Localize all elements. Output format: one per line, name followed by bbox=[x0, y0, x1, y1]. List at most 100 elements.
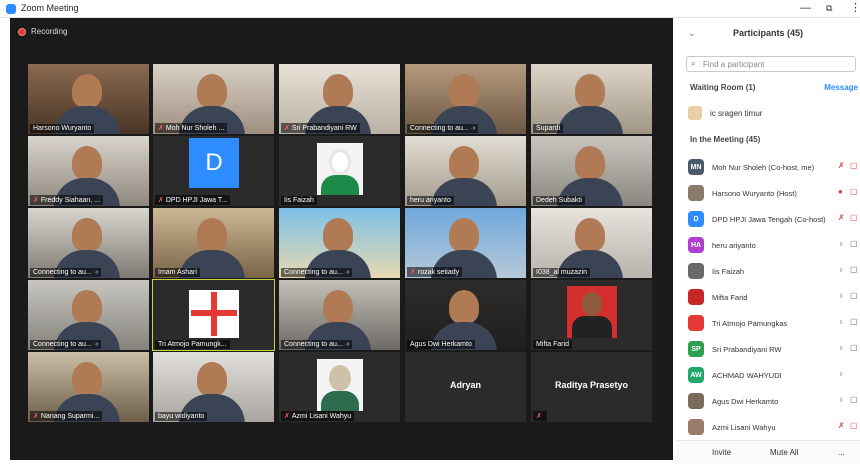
participant-name: Moh Nur Sholeh (Co-host, me) bbox=[712, 162, 815, 172]
mute-all-button[interactable]: Mute All bbox=[764, 446, 804, 460]
tile-name-label: ✗ Nanang Suparmi... bbox=[30, 411, 103, 421]
participant-figure bbox=[575, 218, 605, 252]
video-tile[interactable]: Connecting to au... ·› bbox=[279, 280, 400, 350]
muted-mic-icon: ✗ bbox=[158, 197, 164, 204]
participant-name: Sri Prabandiyani RW bbox=[712, 344, 782, 354]
mic-icon[interactable]: ♁ bbox=[838, 291, 844, 300]
participant-row[interactable]: Harsono Wuryanto (Host) ● ▢ bbox=[688, 184, 860, 202]
video-tile[interactable]: ✗ Nanang Suparmi... bbox=[28, 352, 149, 422]
camera-icon[interactable]: ▢ bbox=[850, 213, 858, 222]
video-tile[interactable]: Agus Dwi Herkamto bbox=[405, 280, 526, 350]
waiting-participant[interactable]: ic sragen timur bbox=[688, 106, 762, 120]
muted-mic-icon: ✗ bbox=[536, 413, 542, 420]
muted-mic-icon[interactable]: ✗ bbox=[838, 213, 845, 222]
participant-name: Nanang Suparmi... bbox=[40, 413, 100, 420]
tile-name-label: Supardi bbox=[533, 124, 564, 133]
camera-icon[interactable]: ▢ bbox=[850, 291, 858, 300]
participant-search-input[interactable] bbox=[703, 59, 848, 70]
avatar bbox=[688, 106, 702, 120]
avatar: MN bbox=[688, 159, 704, 175]
participant-name: DPD HPJI Jawa Tengah (Co-host) bbox=[712, 214, 826, 224]
participant-name: Dedeh Subakti bbox=[536, 197, 582, 204]
participant-name: Mifta Farid bbox=[712, 292, 748, 302]
muted-mic-icon: ✗ bbox=[284, 125, 290, 132]
more-options-icon[interactable]: ⋮ bbox=[850, 2, 860, 14]
video-tile[interactable]: bayu widiyanto bbox=[153, 352, 274, 422]
video-tile[interactable]: Supardi bbox=[531, 64, 652, 134]
participant-row[interactable]: SP Sri Prabandiyani RW ♁ ▢ bbox=[688, 340, 860, 358]
muted-mic-icon[interactable]: ● bbox=[838, 187, 843, 196]
participant-row[interactable]: HA heru ariyanto ♁ ▢ bbox=[688, 236, 860, 254]
video-tile[interactable]: Tri Atmojo Pamungk... bbox=[152, 279, 275, 351]
video-tile[interactable]: Raditya Prasetyo ✗ bbox=[531, 352, 652, 422]
video-tile[interactable]: Iis Faizah bbox=[279, 136, 400, 206]
video-tile[interactable]: ✗ Azmi Lisani Wahyu bbox=[279, 352, 400, 422]
video-tile[interactable]: I038_al muzazin bbox=[531, 208, 652, 278]
message-waiting-room-button[interactable]: Message bbox=[824, 83, 858, 92]
minimize-button[interactable]: — bbox=[800, 2, 811, 14]
participant-figure bbox=[582, 292, 602, 316]
camera-icon[interactable]: ▢ bbox=[850, 265, 858, 274]
invite-button[interactable]: Invite bbox=[706, 446, 737, 460]
tile-name-label: Connecting to au... ·› bbox=[30, 268, 102, 277]
video-tile[interactable]: Imam Ashari bbox=[153, 208, 274, 278]
muted-mic-icon[interactable]: ✗ bbox=[838, 421, 845, 430]
participant-name: Agus Dwi Herkamto bbox=[712, 396, 779, 406]
mic-icon[interactable]: ♁ bbox=[838, 317, 844, 326]
mic-icon[interactable]: ♁ bbox=[838, 395, 844, 404]
participant-name: Connecting to au... ·› bbox=[33, 269, 99, 276]
participant-row[interactable]: D DPD HPJI Jawa Tengah (Co-host) ✗ ▢ bbox=[688, 210, 860, 228]
camera-icon[interactable]: ▢ bbox=[850, 161, 858, 170]
participant-figure bbox=[72, 146, 102, 180]
more-button[interactable]: ... bbox=[832, 446, 851, 460]
mic-icon[interactable]: ♁ bbox=[838, 265, 844, 274]
participant-row[interactable]: Iis Faizah ♁ ▢ bbox=[688, 262, 860, 280]
waiting-room-header[interactable]: Waiting Room (1) bbox=[690, 83, 755, 92]
camera-icon[interactable]: ▢ bbox=[850, 187, 858, 196]
video-tile[interactable]: ✗ rozak setiady bbox=[405, 208, 526, 278]
video-tile[interactable]: Connecting to au... ·› bbox=[28, 208, 149, 278]
profile-photo bbox=[567, 286, 617, 338]
mic-icon[interactable]: ♁ bbox=[838, 343, 844, 352]
camera-icon[interactable]: ▢ bbox=[850, 395, 858, 404]
video-tile[interactable]: D ✗ DPD HPJI Jawa T... bbox=[153, 136, 274, 206]
participant-figure bbox=[197, 74, 227, 108]
participant-figure bbox=[323, 290, 353, 324]
camera-icon[interactable]: ▢ bbox=[850, 317, 858, 326]
participant-row[interactable]: MN Moh Nur Sholeh (Co-host, me) ✗ ▢ bbox=[688, 158, 860, 176]
video-tile[interactable]: ✗ Sri Prabandiyani RW bbox=[279, 64, 400, 134]
participant-row[interactable]: Agus Dwi Herkamto ♁ ▢ bbox=[688, 392, 860, 410]
video-tile[interactable]: Adryan bbox=[405, 352, 526, 422]
gallery-view: Recording Harsono Wuryanto ✗ Moh Nur Shole… bbox=[10, 18, 673, 460]
in-meeting-header[interactable]: In the Meeting (45) bbox=[690, 135, 760, 144]
camera-icon[interactable]: ▢ bbox=[850, 343, 858, 352]
participant-figure bbox=[72, 218, 102, 252]
tile-name-label: Connecting to au... ·› bbox=[407, 124, 479, 133]
tile-name-label: Harsono Wuryanto bbox=[30, 124, 95, 133]
camera-icon[interactable]: ▢ bbox=[850, 421, 858, 430]
video-tile[interactable]: heru ariyanto bbox=[405, 136, 526, 206]
video-tile[interactable]: ✗ Moh Nur Sholeh ... bbox=[153, 64, 274, 134]
participant-figure bbox=[72, 362, 102, 396]
video-tile[interactable]: Connecting to au... ·› bbox=[279, 208, 400, 278]
video-tile[interactable]: Connecting to au... ·› bbox=[28, 280, 149, 350]
video-tile[interactable]: Connecting to au... ·› bbox=[405, 64, 526, 134]
video-tile[interactable]: ✗ Freddy Siahaan, ... bbox=[28, 136, 149, 206]
muted-mic-icon[interactable]: ✗ bbox=[838, 161, 845, 170]
video-tile[interactable]: Dedeh Subakti bbox=[531, 136, 652, 206]
participant-row[interactable]: AW ACHMAD WAHYUDI ♁ bbox=[688, 366, 860, 384]
profile-logo bbox=[191, 310, 237, 316]
participant-row[interactable]: Mifta Farid ♁ ▢ bbox=[688, 288, 860, 306]
tile-name-label: Connecting to au... ·› bbox=[30, 340, 102, 349]
camera-icon[interactable]: ▢ bbox=[850, 239, 858, 248]
video-tile[interactable]: Harsono Wuryanto bbox=[28, 64, 149, 134]
mic-icon[interactable]: ♁ bbox=[838, 369, 844, 378]
participant-row[interactable]: Tri Atmojo Pamungkas ♁ ▢ bbox=[688, 314, 860, 332]
participant-row[interactable]: Azmi Lisani Wahyu ✗ ▢ bbox=[688, 418, 860, 436]
participant-search[interactable]: ⌕ bbox=[686, 56, 856, 72]
tile-name-label: ✗ Azmi Lisani Wahyu bbox=[281, 411, 355, 421]
participants-footer: Invite Mute All ... bbox=[676, 440, 860, 464]
restore-button[interactable]: ⧉ bbox=[826, 2, 832, 14]
video-tile[interactable]: Mifta Farid bbox=[531, 280, 652, 350]
mic-icon[interactable]: ♁ bbox=[838, 239, 844, 248]
